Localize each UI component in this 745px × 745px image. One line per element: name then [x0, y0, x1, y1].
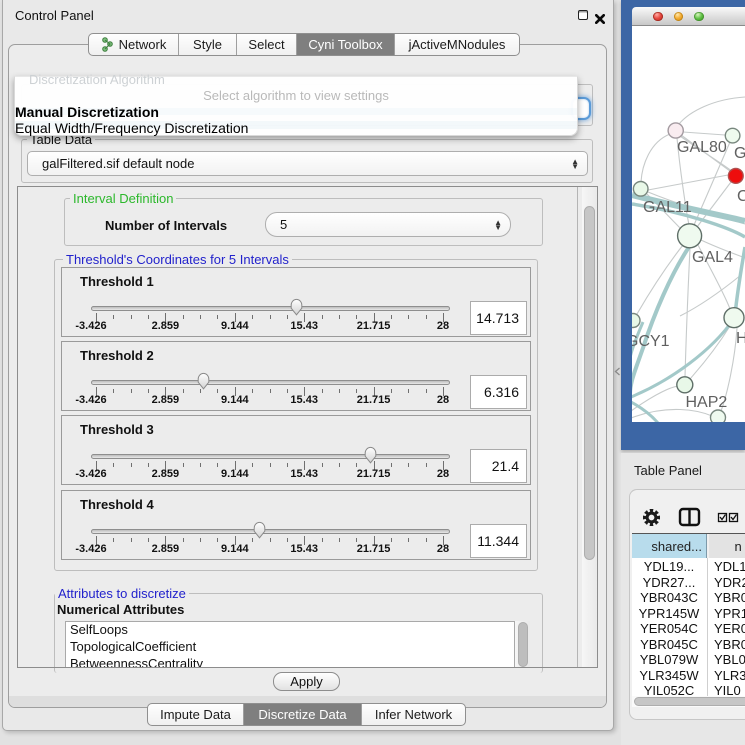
svg-text:GAL4: GAL4 [692, 249, 733, 266]
svg-text:HAP2: HAP2 [686, 394, 728, 411]
svg-text:H: H [736, 330, 745, 347]
svg-text:C: C [737, 188, 745, 205]
svg-text:GCY1: GCY1 [632, 333, 670, 350]
svg-text:GAL11: GAL11 [643, 199, 692, 216]
svg-text:GAL80: GAL80 [677, 139, 727, 156]
svg-text:GA: GA [734, 145, 745, 162]
